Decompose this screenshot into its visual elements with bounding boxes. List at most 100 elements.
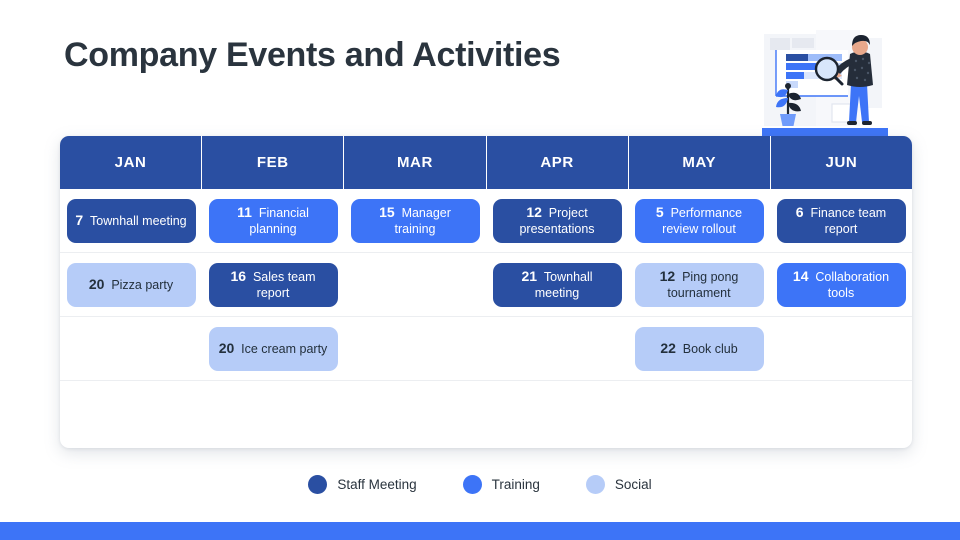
events-calendar-card: JAN FEB MAR APR MAY JUN 7 Townhall meeti… <box>60 136 912 448</box>
event-day: 5 <box>655 203 668 220</box>
event-cell-jan: 20 Pizza party <box>60 253 202 316</box>
event-chip-text: 5 Performance review rollout <box>643 204 756 237</box>
event-cell-mar <box>344 381 486 445</box>
event-chip-empty <box>777 327 906 371</box>
event-chip[interactable]: 12 Project presentations <box>492 198 622 243</box>
event-day: 12 <box>526 203 546 220</box>
event-label: Financial planning <box>249 205 309 236</box>
event-cell-feb: 20 Ice cream party <box>202 317 344 380</box>
event-day: 15 <box>379 203 399 220</box>
month-header-row: JAN FEB MAR APR MAY JUN <box>60 136 912 189</box>
event-cell-feb: 11 Financial planning <box>202 189 344 252</box>
event-label: Sales team report <box>252 269 316 300</box>
event-chip-text: 15 Manager training <box>359 204 472 237</box>
event-chip[interactable]: 15 Manager training <box>350 198 480 243</box>
event-row: 20 Pizza party 16 Sales team report 21 Tow… <box>60 253 912 317</box>
event-chip-text: 20 Ice cream party <box>219 340 328 358</box>
event-cell-may: 5 Performance review rollout <box>628 189 770 252</box>
legend-label: Staff Meeting <box>337 477 417 492</box>
month-header-apr[interactable]: APR <box>487 136 629 189</box>
event-cell-jan: 7 Townhall meeting <box>60 189 202 252</box>
event-cell-jun <box>770 381 912 445</box>
month-header-mar[interactable]: MAR <box>344 136 487 189</box>
event-cell-mar: 15 Manager training <box>344 189 486 252</box>
event-day: 11 <box>237 203 256 220</box>
event-row: 20 Ice cream party 22 Book club <box>60 317 912 381</box>
event-chip-empty <box>67 391 196 435</box>
event-day: 22 <box>660 339 680 356</box>
event-chip-empty <box>351 263 480 307</box>
event-label: Performance review rollout <box>662 205 743 236</box>
legend-label: Social <box>614 477 652 492</box>
event-chip-text: 12 Ping pong tournament <box>643 268 756 301</box>
event-cell-apr <box>486 381 628 445</box>
legend-dot-icon <box>308 475 328 494</box>
event-chip[interactable]: 16 Sales team report <box>208 262 338 307</box>
event-cell-may: 12 Ping pong tournament <box>628 253 770 316</box>
event-chip-empty <box>493 391 622 435</box>
legend-dot-icon <box>585 475 605 494</box>
event-row <box>60 381 912 445</box>
event-chip[interactable]: 11 Financial planning <box>208 198 338 243</box>
event-chip-text: 7 Townhall meeting <box>75 212 186 230</box>
event-label: Ice cream party <box>241 341 328 356</box>
month-header-may[interactable]: MAY <box>629 136 771 189</box>
event-chip[interactable]: 14 Collaboration tools <box>776 262 906 307</box>
event-chip-empty <box>209 391 338 435</box>
event-chip-empty <box>351 391 480 435</box>
event-label: Pizza party <box>111 277 174 292</box>
event-chip[interactable]: 20 Ice cream party <box>208 326 338 371</box>
event-label: Book club <box>682 341 738 356</box>
event-day: 6 <box>795 203 808 220</box>
event-day: 20 <box>218 339 239 356</box>
event-cell-feb: 16 Sales team report <box>202 253 344 316</box>
event-row: 7 Townhall meeting 11 Financial planning 1… <box>60 189 912 253</box>
event-chip[interactable]: 22 Book club <box>634 326 764 371</box>
event-rows-container: 7 Townhall meeting 11 Financial planning 1… <box>60 189 912 445</box>
event-cell-mar <box>344 253 486 316</box>
event-cell-may: 22 Book club <box>628 317 770 380</box>
legend-label: Training <box>491 477 540 492</box>
event-chip-text: 16 Sales team report <box>217 268 330 301</box>
event-cell-may <box>628 381 770 445</box>
event-chip-text: 20 Pizza party <box>89 276 173 294</box>
event-chip[interactable]: 12 Ping pong tournament <box>634 262 764 307</box>
event-cell-jun <box>770 317 912 380</box>
event-cell-apr <box>486 317 628 380</box>
legend-item-staff[interactable]: Staff Meeting <box>308 475 417 494</box>
event-cell-apr: 21 Townhall meeting <box>486 253 628 316</box>
event-chip-empty <box>493 327 622 371</box>
event-label: Townhall meeting <box>534 269 593 300</box>
event-chip-text: 11 Financial planning <box>217 204 330 237</box>
event-day: 16 <box>230 267 250 284</box>
event-label: Townhall meeting <box>90 213 187 228</box>
month-header-jan[interactable]: JAN <box>60 136 203 189</box>
person-analyzing-chart-with-magnifier-illustration <box>756 28 888 140</box>
event-chip[interactable]: 5 Performance review rollout <box>634 198 764 243</box>
legend-item-training[interactable]: Training <box>462 475 540 494</box>
month-header-feb[interactable]: FEB <box>202 136 345 189</box>
event-chip[interactable]: 20 Pizza party <box>66 262 196 307</box>
event-chip[interactable]: 7 Townhall meeting <box>66 198 196 243</box>
event-cell-feb <box>202 381 344 445</box>
event-chip-text: 14 Collaboration tools <box>785 268 898 301</box>
event-day: 14 <box>792 267 813 284</box>
event-chip-text: 21 Townhall meeting <box>501 268 614 301</box>
event-chip-empty <box>777 391 906 435</box>
event-chip[interactable]: 6 Finance team report <box>776 198 906 243</box>
event-cell-jan <box>60 381 202 445</box>
event-day: 21 <box>521 267 541 284</box>
event-chip-empty <box>351 327 480 371</box>
event-label: Manager training <box>394 205 451 236</box>
legend-item-social[interactable]: Social <box>585 475 652 494</box>
event-chip-empty <box>67 327 196 371</box>
event-cell-jan <box>60 317 202 380</box>
event-chip[interactable]: 21 Townhall meeting <box>492 262 622 307</box>
event-chip-text: 12 Project presentations <box>501 204 614 237</box>
page-title: Company Events and Activities <box>64 36 561 74</box>
month-header-jun[interactable]: JUN <box>771 136 912 189</box>
event-chip-text: 6 Finance team report <box>785 204 898 237</box>
event-label: Collaboration tools <box>815 269 890 300</box>
legend-dot-icon <box>462 475 482 494</box>
event-cell-jun: 14 Collaboration tools <box>770 253 912 316</box>
